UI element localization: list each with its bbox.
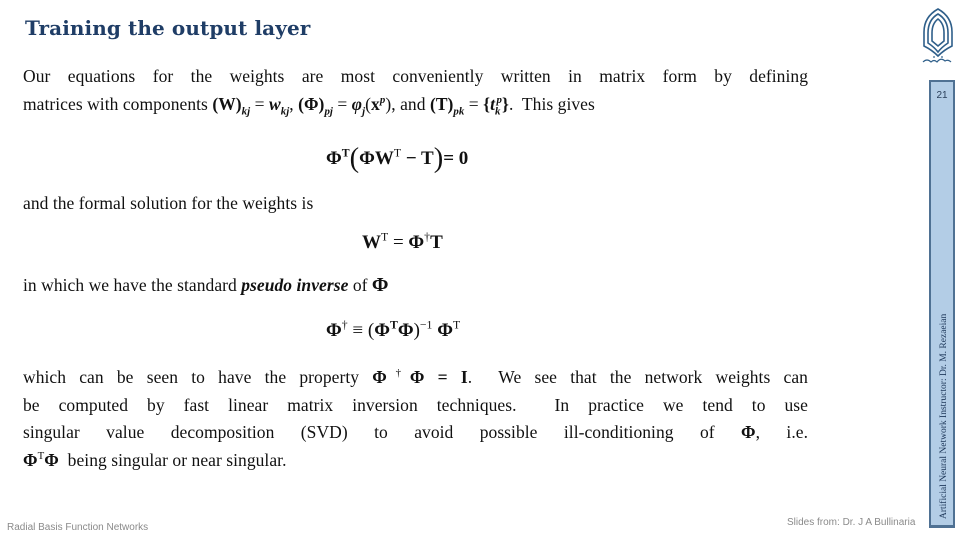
w-component: wkj <box>268 93 290 117</box>
intro-text: matrices with components <box>23 93 213 114</box>
phi-symbol: Φ <box>371 274 389 296</box>
pseudo-inverse-emphasis: pseudo inverse <box>241 275 349 295</box>
property-line-2: be computed by fast linear matrix invers… <box>23 394 808 415</box>
property-line-1: which can be seen to have the property Φ… <box>23 367 808 387</box>
matrix-Phi-def: (Φ)pj <box>298 93 333 117</box>
x-vector: xp <box>371 93 386 114</box>
paragraph-intro: Our equations for the weights are most c… <box>23 63 808 118</box>
footer-course: Radial Basis Function Networks <box>7 522 149 533</box>
t-set: {tkp} <box>483 93 509 117</box>
matrix-W-def: (W)kj <box>212 93 251 117</box>
equation-normal: ΦT(ΦWT − T)= 0 <box>326 143 469 174</box>
property-line-3: singular value decomposition (SVD) to av… <box>23 422 808 442</box>
paragraph-solution: and the formal solution for the weights … <box>23 193 314 213</box>
equals-sign: = <box>333 93 352 114</box>
equation-pseudo-inverse: Φ† ≡ (ΦTΦ)−1 ΦT <box>326 318 461 341</box>
equation-solution: WT = Φ†T <box>362 230 443 253</box>
phi-component: φj <box>351 93 366 117</box>
footer-credit: Slides from: Dr. J A Bullinaria <box>787 517 916 528</box>
separator: , <box>289 93 299 114</box>
intro-end: . This gives <box>508 93 595 114</box>
instructor-label: Artificial Neural Network Instructor: Dr… <box>939 313 949 519</box>
pseudo-text: in which we have the standard <box>23 275 242 295</box>
slide-title: Training the output layer <box>25 16 311 40</box>
paragraph-pseudo-inverse: in which we have the standard pseudo inv… <box>23 272 389 300</box>
side-bar: 21 Artificial Neural Network Instructor:… <box>929 80 955 528</box>
page-number: 21 <box>936 90 948 101</box>
paragraph-property: which can be seen to have the property Φ… <box>23 364 808 474</box>
property-line-4: ΦTΦ being singular or near singular. <box>23 449 287 470</box>
equals-sign: = <box>250 93 269 114</box>
matrix-T-def: (T)pk <box>429 93 465 117</box>
intro-line-2: matrices with components (W)kj = wkj, (Φ… <box>23 91 808 119</box>
equals-sign: = <box>464 93 484 114</box>
of-text: of <box>348 275 372 295</box>
university-logo-icon <box>922 8 953 63</box>
intro-line-1: Our equations for the weights are most c… <box>23 66 808 86</box>
separator-and: , and <box>391 93 430 114</box>
